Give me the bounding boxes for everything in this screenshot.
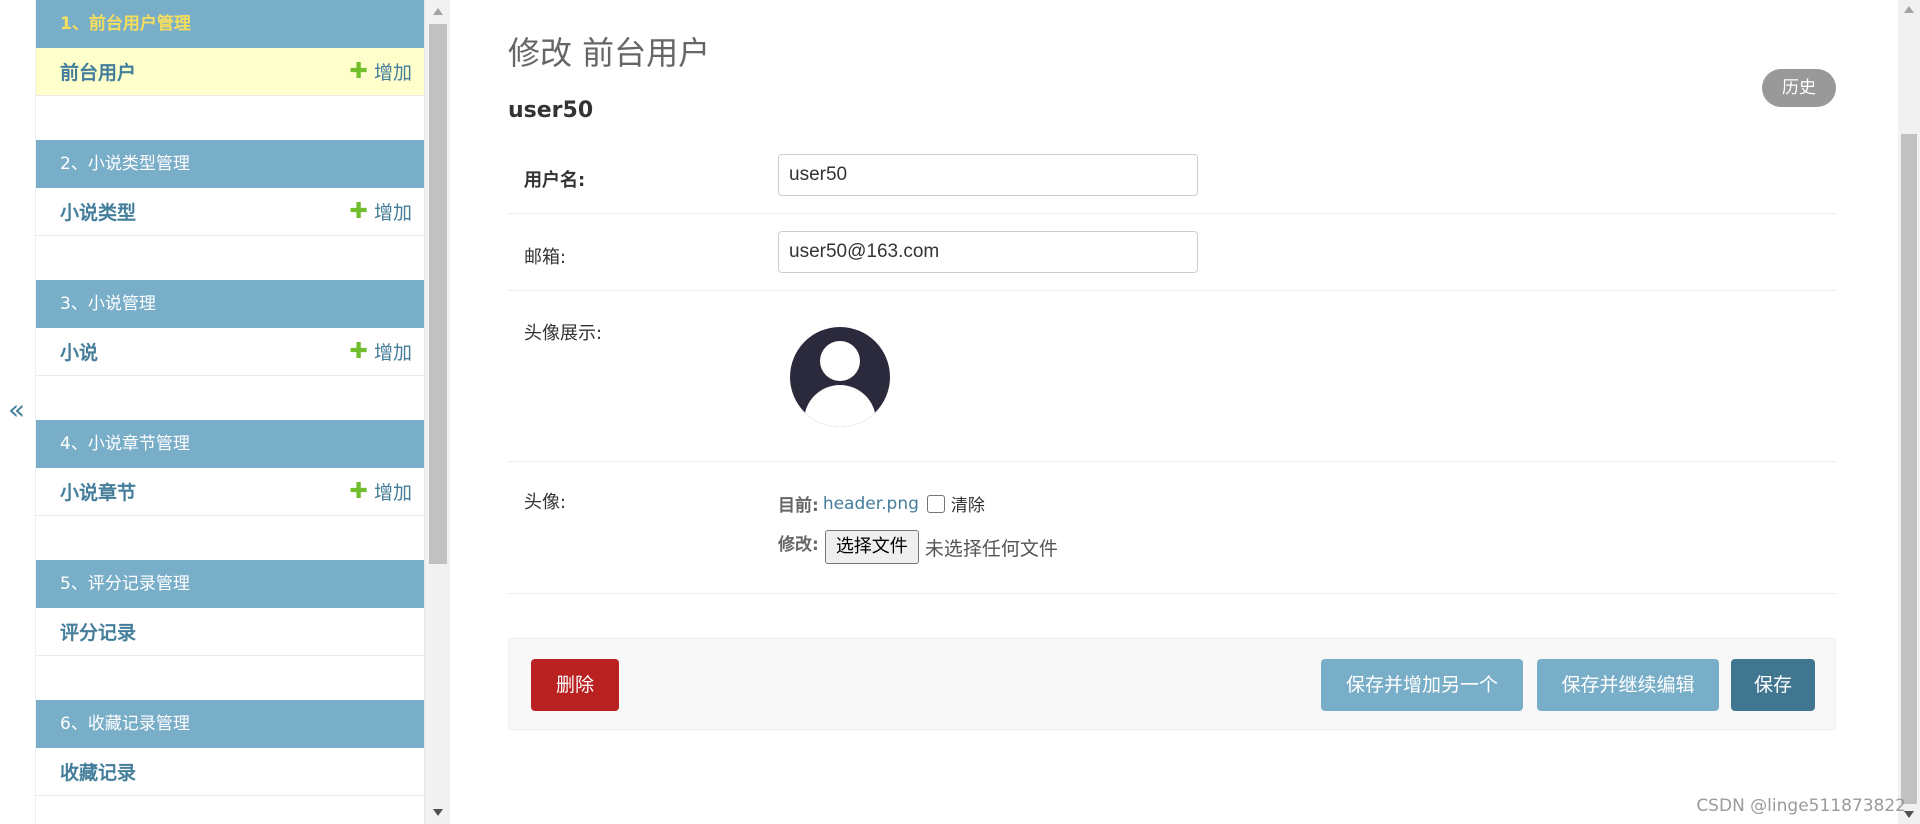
username-input[interactable]	[778, 154, 1198, 196]
plus-icon: ✚	[349, 478, 368, 504]
no-file-text: 未选择任何文件	[924, 537, 1058, 560]
sidebar-nav: 1、前台用户管理 前台用户 ✚ 增加 2、小说类型管理 小说类型 ✚ 增加 3、…	[36, 0, 424, 824]
plus-icon: ✚	[349, 198, 368, 224]
save-button[interactable]: 保存	[1731, 659, 1815, 711]
watermark: CSDN @linge511873822	[1696, 796, 1906, 816]
model-link[interactable]: 小说章节	[60, 478, 136, 505]
clear-label[interactable]: 清除	[951, 491, 985, 516]
module-caption[interactable]: 2、小说类型管理	[36, 140, 424, 188]
plus-icon: ✚	[349, 338, 368, 364]
form-row-email: 邮箱:	[508, 214, 1836, 291]
sidebar-item-frontend-users: 前台用户 ✚ 增加	[36, 48, 424, 96]
scroll-down-icon[interactable]	[433, 809, 443, 816]
module-caption[interactable]: 1、前台用户管理	[36, 0, 424, 48]
add-link[interactable]: ✚ 增加	[350, 198, 412, 225]
module-caption[interactable]: 6、收藏记录管理	[36, 700, 424, 748]
page-title: 修改 前台用户	[508, 34, 711, 72]
sidebar-item-favorites: 收藏记录	[36, 748, 424, 796]
change-form: 修改 前台用户 历史 user50 用户名: 邮箱: 头像展示: 头像: 目前:…	[508, 0, 1836, 824]
module-caption[interactable]: 5、评分记录管理	[36, 560, 424, 608]
double-chevron-left-icon[interactable]: «	[8, 396, 25, 424]
add-label: 增加	[373, 202, 412, 224]
add-link[interactable]: ✚ 增加	[350, 58, 412, 85]
form-row-avatar-display: 头像展示:	[508, 291, 1836, 462]
add-link[interactable]: ✚ 增加	[350, 338, 412, 365]
scroll-up-icon[interactable]	[433, 8, 443, 15]
scroll-up-icon[interactable]	[1904, 6, 1914, 13]
avatar-label: 头像:	[524, 492, 567, 513]
model-link[interactable]: 前台用户	[60, 58, 136, 85]
form-row-username: 用户名:	[508, 152, 1836, 214]
sidebar-scrollbar[interactable]	[424, 0, 450, 824]
sidebar-collapse-toggle[interactable]: «	[0, 0, 36, 824]
module-novel-types: 2、小说类型管理 小说类型 ✚ 增加	[36, 140, 424, 236]
username-label: 用户名:	[524, 170, 586, 191]
module-ratings: 5、评分记录管理 评分记录	[36, 560, 424, 656]
model-link[interactable]: 评分记录	[60, 618, 136, 645]
module-favorites: 6、收藏记录管理 收藏记录	[36, 700, 424, 796]
module-chapters: 4、小说章节管理 小说章节 ✚ 增加	[36, 420, 424, 516]
delete-button[interactable]: 删除	[531, 659, 619, 711]
sidebar-item-novels: 小说 ✚ 增加	[36, 328, 424, 376]
submit-row: 删除 保存并增加另一个 保存并继续编辑 保存	[508, 638, 1836, 730]
module-frontend-users: 1、前台用户管理 前台用户 ✚ 增加	[36, 0, 424, 96]
save-and-add-another-button[interactable]: 保存并增加另一个	[1321, 659, 1523, 711]
form-row-avatar: 头像: 目前: header.png 清除 修改: 选择文件 未选择任何文件	[508, 462, 1836, 594]
avatar-body	[804, 385, 876, 427]
model-link[interactable]: 小说	[60, 338, 98, 365]
model-link[interactable]: 收藏记录	[60, 758, 136, 785]
module-caption[interactable]: 3、小说管理	[36, 280, 424, 328]
plus-icon: ✚	[349, 58, 368, 84]
clear-checkbox[interactable]	[926, 494, 945, 513]
module-caption[interactable]: 4、小说章节管理	[36, 420, 424, 468]
avatar-head	[820, 341, 860, 381]
change-label: 修改:	[778, 534, 819, 555]
user-avatar-icon	[790, 327, 890, 427]
current-label: 目前:	[778, 496, 819, 516]
object-name: user50	[508, 98, 594, 123]
save-and-continue-button[interactable]: 保存并继续编辑	[1537, 659, 1719, 711]
history-button[interactable]: 历史	[1762, 69, 1836, 107]
avatar-display-label: 头像展示:	[524, 323, 603, 344]
add-label: 增加	[373, 62, 412, 84]
add-link[interactable]: ✚ 增加	[350, 478, 412, 505]
sidebar-item-ratings: 评分记录	[36, 608, 424, 656]
model-link[interactable]: 小说类型	[60, 198, 136, 225]
module-novels: 3、小说管理 小说 ✚ 增加	[36, 280, 424, 376]
current-file-line: 目前: header.png 清除	[778, 491, 985, 517]
change-file-line: 修改: 选择文件 未选择任何文件	[778, 530, 1058, 564]
current-file-link[interactable]: header.png	[823, 494, 919, 514]
scrollbar-thumb[interactable]	[429, 24, 447, 564]
choose-file-button[interactable]: 选择文件	[824, 530, 919, 564]
page-scrollbar[interactable]	[1898, 0, 1920, 824]
add-label: 增加	[373, 342, 412, 364]
add-label: 增加	[373, 482, 412, 504]
sidebar-item-novel-types: 小说类型 ✚ 增加	[36, 188, 424, 236]
sidebar-item-chapters: 小说章节 ✚ 增加	[36, 468, 424, 516]
email-input[interactable]	[778, 231, 1198, 273]
email-label: 邮箱:	[524, 247, 567, 268]
scrollbar-thumb[interactable]	[1901, 134, 1917, 804]
